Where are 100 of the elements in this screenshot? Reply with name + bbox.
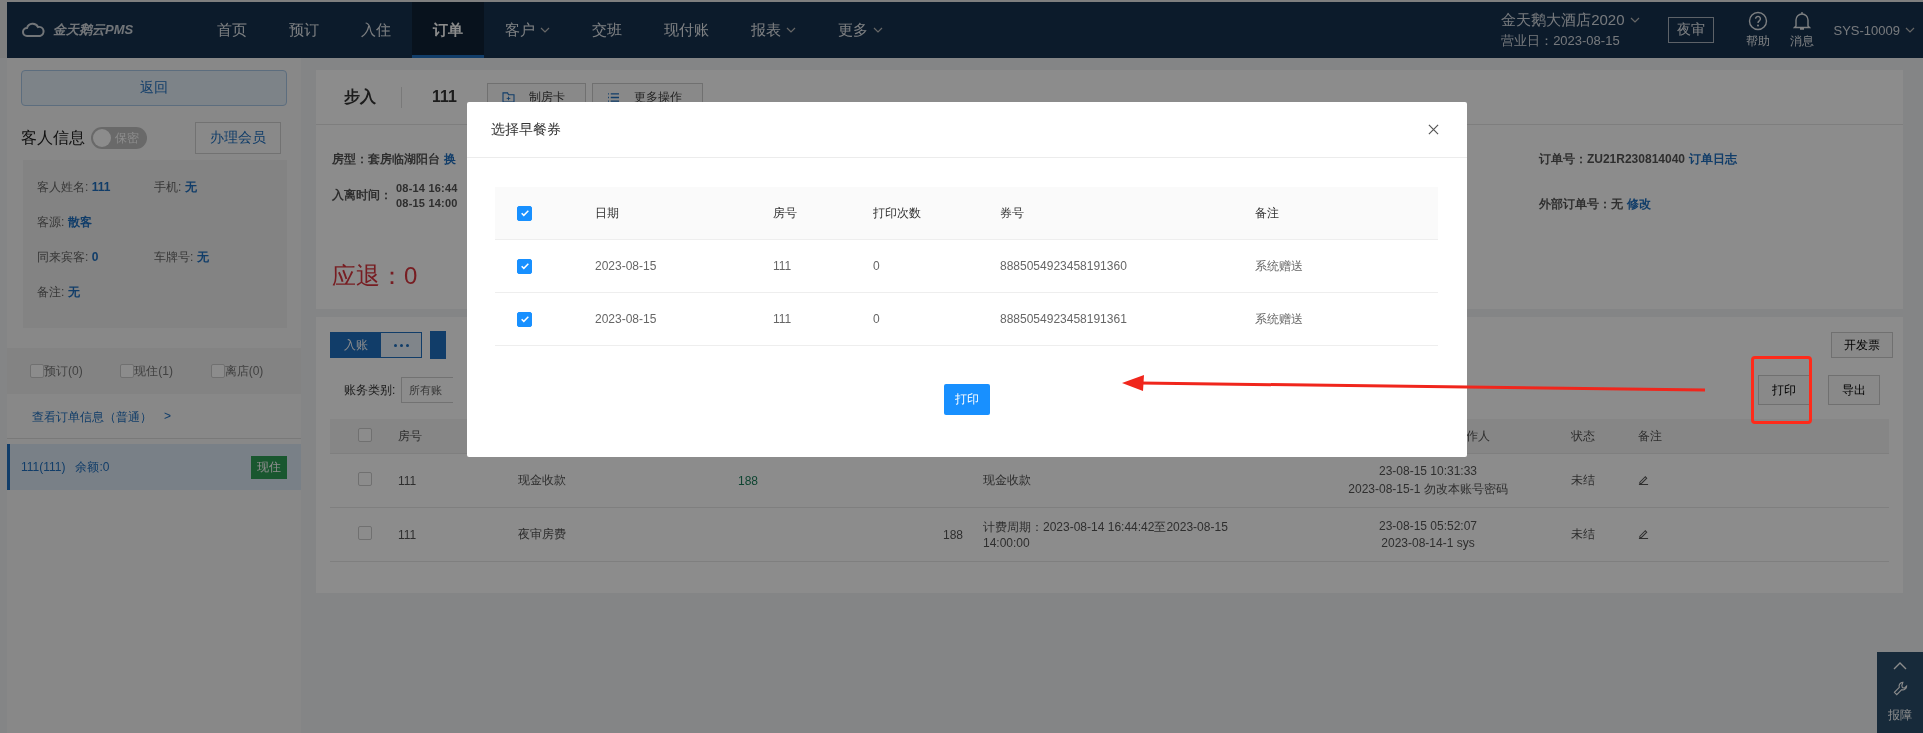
table-cell: 2023-08-14-1 sys [1381,536,1475,550]
dialog-print-button[interactable]: 打印 [944,384,990,415]
list-icon[interactable] [606,91,620,103]
arrival-time: 08-14 16:44 [396,182,458,194]
report-issue-label[interactable]: 报障 [1888,706,1912,724]
table-cell-text: 现金收款 [518,472,567,489]
chevron-down-icon [1629,17,1640,23]
column-header: 房号 [398,427,423,445]
column-header: 券号 [1000,205,1024,220]
room-list-item[interactable]: 111(111) 余额:0 现住 [7,444,301,490]
room-balance: 余额:0 [75,458,110,476]
post-charge-button[interactable]: 入账 [331,333,381,357]
pencil-icon[interactable] [1638,473,1649,485]
export-button[interactable]: 导出 [1828,375,1880,405]
help-icon[interactable] [1747,10,1768,31]
table-cell: 计费周期：2023-08-14 16:44:42至2023-08-15 14:00:00 [983,520,1228,550]
table-cell: 未结 [1571,527,1595,541]
departure-time: 08-15 14:00 [396,197,458,209]
nav-tab[interactable]: 预订 [268,2,340,58]
column-header: 作人 [1466,428,1490,443]
table-cell: 2023-08-15-1 勿改本账号密码 [1348,480,1508,498]
filter-checkbox[interactable] [120,364,135,378]
order-log-link[interactable]: 订单日志 [1689,151,1737,168]
column-header: 房号 [773,205,797,220]
column-header: 日期 [595,205,619,220]
row-checkbox[interactable] [358,472,372,486]
table-cell: 8885054923458191360 [1000,259,1127,273]
room-type: 房型：套房临湖阳台 [332,151,440,168]
chevron-up-icon[interactable] [1893,661,1907,670]
column-header: 状态 [1571,428,1595,443]
table-cell: 188 [942,527,963,542]
table-cell: 0 [873,259,880,273]
nav-tab[interactable]: 交班 [571,2,643,58]
hotel-selector[interactable]: 金天鹅大酒店2020 [1501,10,1640,30]
night-audit-button[interactable]: 夜审 [1667,17,1714,43]
table-cell: 8885054923458191361 [1000,312,1127,326]
stay-time-label: 入离时间： [332,187,392,204]
chevron-down-icon [1905,27,1915,33]
folder-icon[interactable] [501,91,515,103]
table-cell-text: 夜审房费 [518,526,567,543]
business-date: 营业日：2023-08-15 [1501,31,1621,50]
room-name: 111(111) [21,460,66,474]
pencil-icon[interactable] [1638,527,1649,539]
table-cell: 2023-08-15 [595,259,657,273]
messages-label[interactable]: 消息 [1789,32,1814,50]
column-header: 备注 [1255,205,1279,220]
nav-tab[interactable]: 客户 [484,2,571,58]
category-select[interactable]: 所有账 [401,377,454,403]
member-button[interactable]: 办理会员 [195,122,281,154]
filter-label[interactable]: 预订(0) [44,362,83,380]
nav-tab[interactable]: 报表 [730,2,817,58]
nav-tab[interactable]: 首页 [196,2,268,58]
table-cell: 23-08-15 05:52:07 [1378,519,1478,533]
select-all-checkbox[interactable] [358,427,372,442]
bell-icon[interactable] [1792,10,1811,31]
table-cell-text: 111 [398,473,418,488]
filter-label[interactable]: 现住(1) [134,362,173,380]
external-order-number: 外部订单号：无 [1538,196,1623,213]
filter-checkbox[interactable] [30,364,44,378]
app-logo-text: 金天鹅云PMS [53,21,134,39]
highlight-frame [1751,356,1812,424]
room-status-badge: 现住 [251,455,287,479]
guest-field: 同来宾客: 0 [37,249,154,266]
help-label[interactable]: 帮助 [1745,32,1770,50]
filter-checkbox[interactable] [210,364,225,378]
table-cell: 111 [773,312,792,326]
nav-tab[interactable]: 入住 [340,2,412,58]
nav-tab[interactable]: 更多 [817,2,904,58]
column-header: 打印次数 [873,205,921,220]
nav-tab[interactable]: 订单 [412,2,484,58]
column-header: 备注 [1638,428,1662,443]
change-room-link[interactable]: 换 [444,151,456,168]
wrench-icon[interactable] [1892,680,1908,696]
invoice-button[interactable]: 开发票 [1831,332,1893,358]
refund-amount: 应退：0 [332,261,418,291]
edit-link[interactable]: 修改 [1626,196,1651,213]
table-cell: 现金收款 [983,473,1031,487]
table-cell: 23-08-15 10:31:33 [1378,463,1478,478]
guest-field: 手机: 无 [154,179,271,196]
guest-field: 备注: 无 [37,284,154,301]
table-cell-text: 111 [398,527,418,542]
nav-tab[interactable]: 现付账 [643,2,730,58]
table-cell: 未结 [1571,473,1595,487]
order-room-number: 111 [432,88,457,106]
guest-info-title: 客人信息 [21,127,85,148]
user-menu[interactable]: SYS-10009 [1833,22,1915,38]
more-icon[interactable] [381,333,421,357]
row-checkbox[interactable] [358,526,372,540]
guest-field: 客源: 散客 [37,214,154,231]
order-info-link[interactable]: 查看订单信息（普通） [32,409,152,426]
print-button[interactable]: 打印 [1758,375,1810,405]
chevron-right-text[interactable]: > [164,409,171,426]
table-cell: 111 [773,259,792,273]
table-cell: 系统赠送 [1255,258,1303,273]
order-type: 步入 [344,86,402,108]
table-cell: 188 [738,473,759,488]
order-number: 订单号：ZU21R230814040 [1538,151,1685,168]
guest-field: 车牌号: 无 [154,249,271,266]
back-button[interactable]: 返回 [21,70,287,106]
filter-label[interactable]: 离店(0) [224,362,264,380]
